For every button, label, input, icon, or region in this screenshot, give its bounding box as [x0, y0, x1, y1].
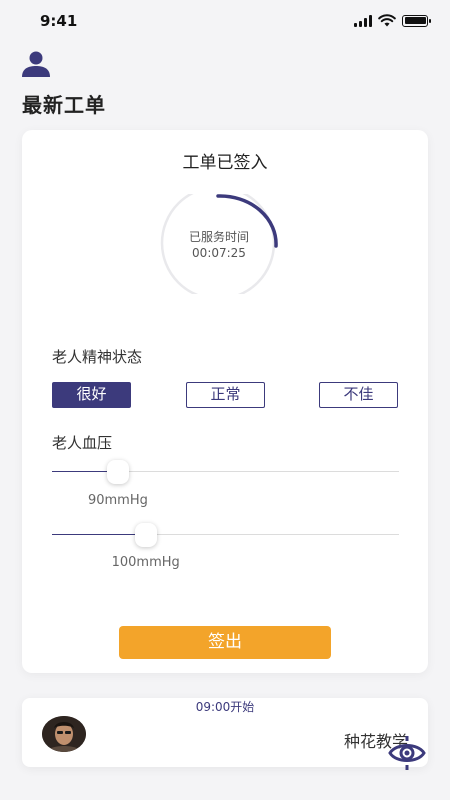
task-start-time: 09:00开始	[195, 700, 255, 714]
eye-icon[interactable]	[388, 734, 426, 772]
order-status-title: 工单已签入	[182, 153, 268, 173]
timer-value: 00:07:25	[192, 246, 246, 260]
blood-pressure-slider-1[interactable]	[52, 457, 399, 487]
battery-icon	[402, 14, 431, 27]
service-timer: 已服务时间 00:07:25	[159, 194, 279, 294]
timer-label: 已服务时间	[188, 230, 249, 244]
signout-button[interactable]: 签出	[119, 626, 331, 659]
slider-fill	[52, 533, 146, 535]
slider-thumb[interactable]	[134, 523, 157, 547]
mood-label: 老人精神状态	[52, 348, 143, 366]
work-order-card: 工单已签入 已服务时间 00:07:25 老人精神状态 很好 正常 不佳 老人血…	[22, 130, 428, 673]
app-screen: 9:41 最新工单 工单已签入 已服务时间 00:07:25 老人精神状态 很好…	[0, 0, 450, 800]
slider-thumb[interactable]	[106, 460, 129, 484]
page-title: 最新工单	[22, 93, 106, 117]
mood-option-normal[interactable]: 正常	[186, 382, 265, 408]
signal-icon	[354, 14, 372, 27]
user-icon[interactable]	[20, 50, 52, 78]
avatar	[42, 716, 86, 752]
status-time: 9:41	[40, 12, 78, 30]
blood-pressure-value-2: 100mmHg	[111, 555, 180, 570]
wifi-icon	[378, 14, 396, 27]
blood-pressure-slider-2[interactable]	[52, 520, 399, 550]
blood-pressure-value-1: 90mmHg	[87, 493, 148, 508]
next-task-card[interactable]: 09:00开始 种花教学	[22, 698, 428, 767]
blood-pressure-label: 老人血压	[52, 434, 113, 452]
mood-option-poor[interactable]: 不佳	[319, 382, 398, 408]
mood-option-good[interactable]: 很好	[52, 382, 131, 408]
status-icons	[354, 14, 431, 27]
